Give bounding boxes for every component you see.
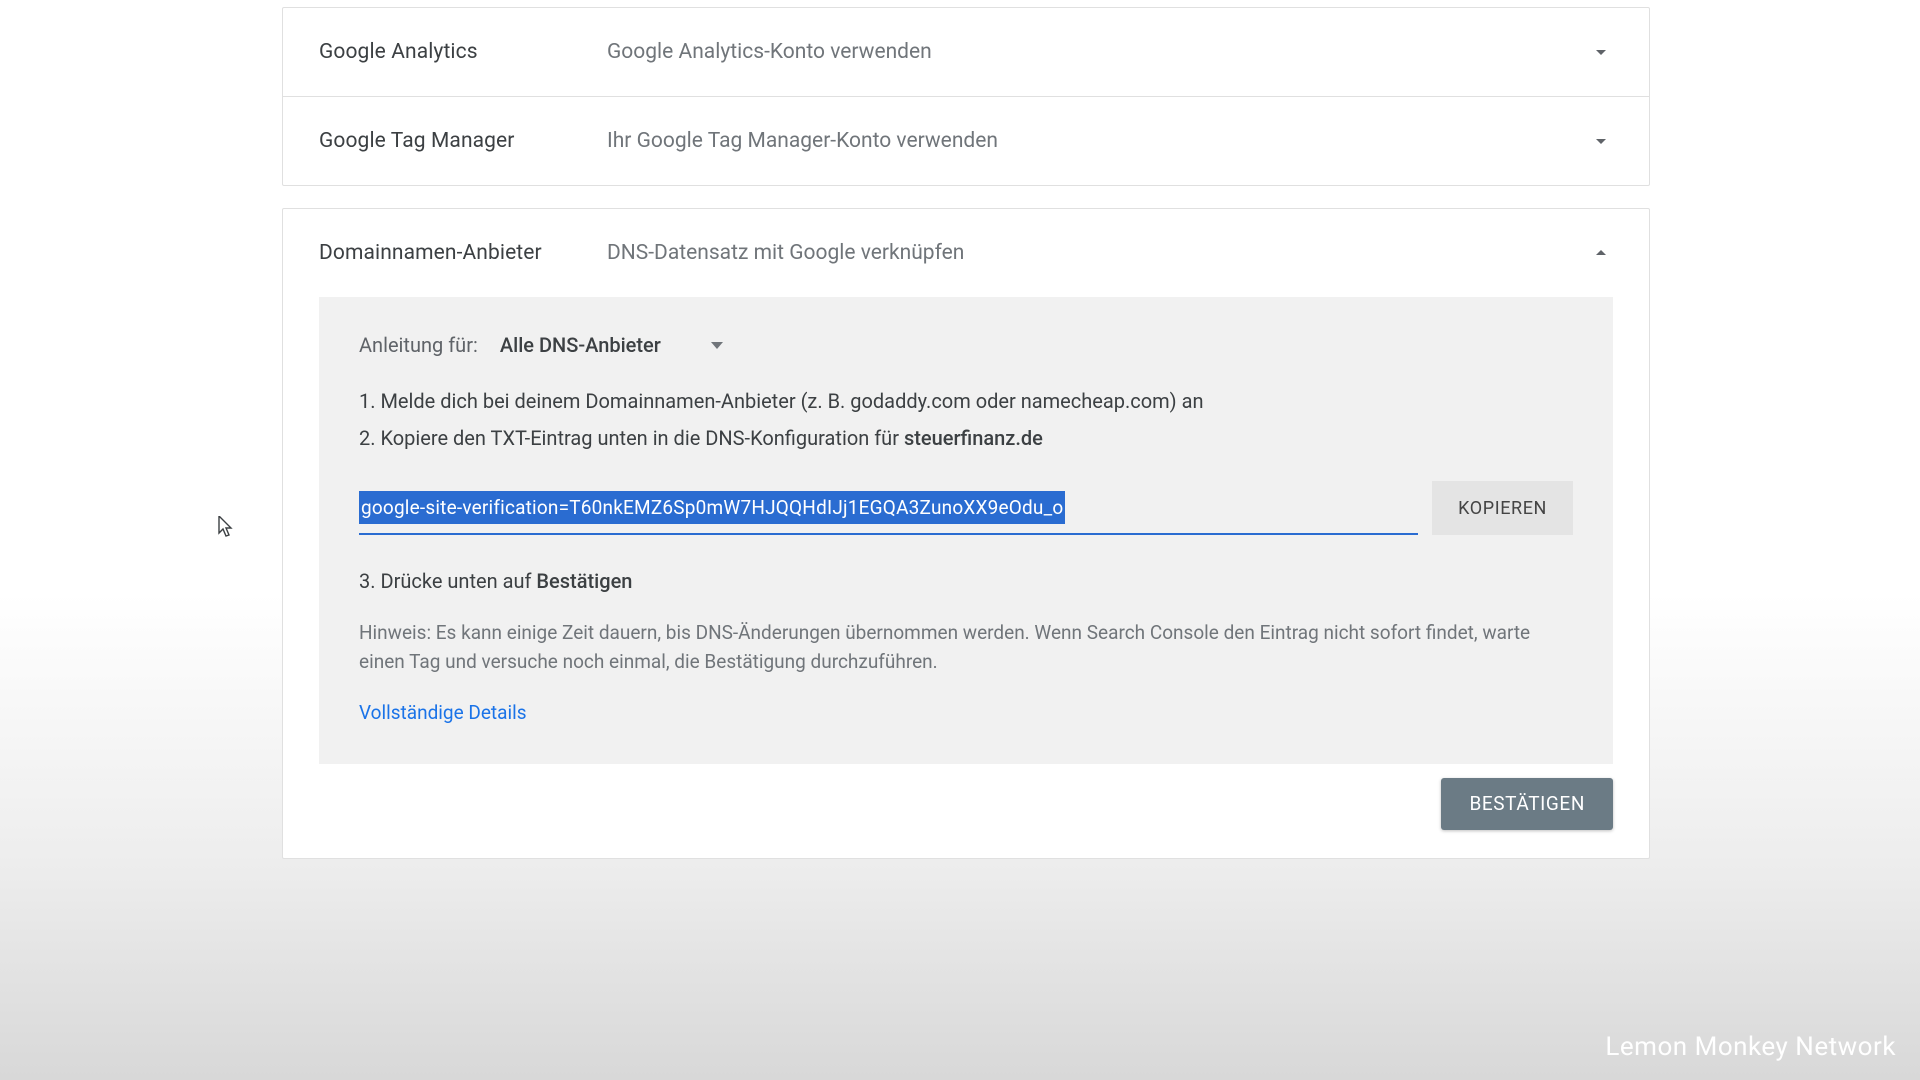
dns-note: Hinweis: Es kann einige Zeit dauern, bis… [359,618,1573,677]
step-3-bold: Bestätigen [536,569,632,593]
domain-instructions-panel: Anleitung für: Alle DNS-Anbieter 1. Meld… [319,297,1613,764]
chevron-up-icon [1589,241,1613,265]
chevron-down-icon [1589,129,1613,153]
full-details-link[interactable]: Vollständige Details [359,701,527,724]
accordion-analytics[interactable]: Google Analytics Google Analytics-Konto … [283,8,1649,96]
step-3: 3. Drücke unten auf Bestätigen [359,563,1573,600]
accordion-title-analytics: Google Analytics [319,40,607,64]
accordion-desc-tagmanager: Ihr Google Tag Manager-Konto verwenden [607,129,1589,153]
copy-button[interactable]: KOPIEREN [1432,481,1573,535]
accordion-desc-analytics: Google Analytics-Konto verwenden [607,40,1589,64]
txt-record-value: google-site-verification=T60nkEMZ6Sp0mW7… [359,491,1065,524]
accordion-domain[interactable]: Domainnamen-Anbieter DNS-Datensatz mit G… [283,209,1649,297]
accordion-title-domain: Domainnamen-Anbieter [319,241,607,265]
confirm-button[interactable]: BESTÄTIGEN [1441,778,1613,830]
mouse-cursor-icon [218,516,236,540]
instruction-for-label: Anleitung für: [359,333,478,357]
accordion-tagmanager[interactable]: Google Tag Manager Ihr Google Tag Manage… [283,97,1649,185]
step-2: 2. Kopiere den TXT-Eintrag unten in die … [359,420,1573,457]
step-3-text: 3. Drücke unten auf [359,569,536,593]
dropdown-arrow-icon [711,342,723,349]
dns-provider-dropdown[interactable]: Alle DNS-Anbieter [500,333,723,357]
txt-record-field[interactable]: google-site-verification=T60nkEMZ6Sp0mW7… [359,481,1418,535]
watermark-text: Lemon Monkey Network [1605,1032,1896,1062]
step-2-domain: steuerfinanz.de [904,426,1043,450]
step-2-text: 2. Kopiere den TXT-Eintrag unten in die … [359,426,904,450]
dns-provider-selected: Alle DNS-Anbieter [500,333,661,357]
accordion-title-tagmanager: Google Tag Manager [319,129,607,153]
chevron-down-icon [1589,40,1613,64]
step-1: 1. Melde dich bei deinem Domainnamen-Anb… [359,383,1573,420]
accordion-desc-domain: DNS-Datensatz mit Google verknüpfen [607,241,1589,265]
